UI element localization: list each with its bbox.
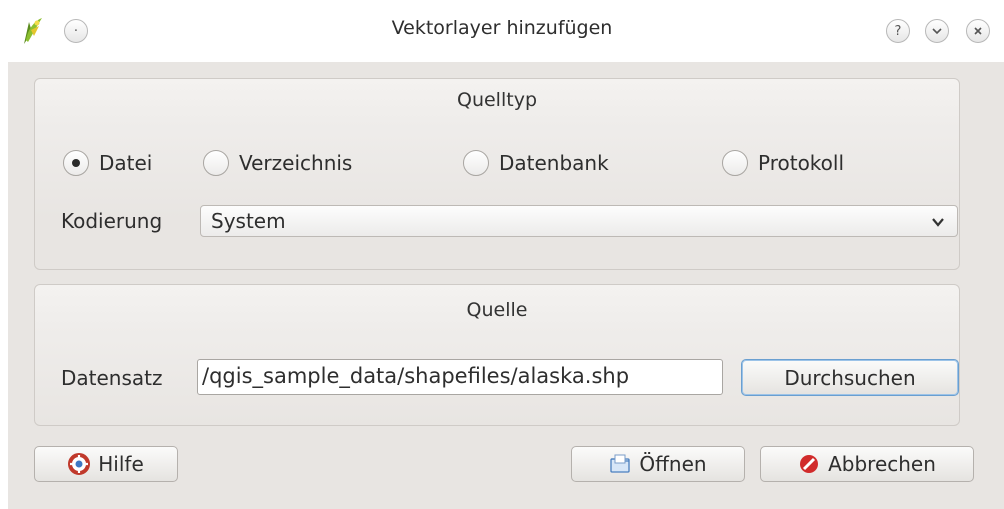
source-type-title: Quelltyp bbox=[457, 89, 537, 111]
radio-circle[interactable] bbox=[203, 150, 229, 176]
dataset-label: Datensatz bbox=[61, 366, 163, 390]
source-title: Quelle bbox=[466, 299, 528, 321]
close-icon[interactable] bbox=[966, 19, 990, 43]
browse-button[interactable]: Durchsuchen bbox=[741, 359, 959, 396]
radio-selected-dot bbox=[72, 159, 80, 167]
encoding-label: Kodierung bbox=[61, 209, 163, 233]
cancel-button-label: Abbrechen bbox=[828, 452, 936, 476]
chevron-down-icon bbox=[932, 218, 944, 227]
radio-circle[interactable] bbox=[722, 150, 748, 176]
encoding-select[interactable]: System bbox=[200, 205, 958, 237]
source-group: Quelle bbox=[34, 284, 960, 426]
radio-datenbank-label: Datenbank bbox=[499, 151, 609, 175]
window-title: Vektorlayer hinzufügen bbox=[391, 17, 613, 39]
browse-button-label: Durchsuchen bbox=[784, 365, 916, 390]
cancel-icon bbox=[800, 455, 819, 473]
help-button-label: Hilfe bbox=[98, 452, 144, 476]
dataset-path-value: /qgis_sample_data/shapefiles/alaska.shp bbox=[202, 364, 630, 388]
radio-verzeichnis-label: Verzeichnis bbox=[239, 151, 353, 175]
dataset-path-input[interactable]: /qgis_sample_data/shapefiles/alaska.shp bbox=[197, 359, 723, 395]
open-button-label: Öffnen bbox=[639, 452, 707, 476]
radio-protokoll-label: Protokoll bbox=[758, 151, 845, 175]
open-button[interactable]: Öffnen bbox=[571, 446, 745, 482]
help-icon[interactable]: ? bbox=[886, 19, 910, 43]
minimize-icon[interactable] bbox=[925, 19, 949, 43]
open-folder-icon bbox=[610, 454, 631, 473]
encoding-value: System bbox=[211, 209, 286, 233]
cancel-button[interactable]: Abbrechen bbox=[760, 446, 974, 482]
help-button[interactable]: Hilfe bbox=[34, 446, 178, 482]
radio-datenbank[interactable]: Datenbank bbox=[463, 150, 609, 176]
title-bar[interactable]: · Vektorlayer hinzufügen ? bbox=[0, 0, 1004, 62]
radio-protokoll[interactable]: Protokoll bbox=[722, 150, 844, 176]
radio-datei[interactable]: Datei bbox=[63, 150, 152, 176]
radio-circle[interactable] bbox=[463, 150, 489, 176]
lifebuoy-icon bbox=[68, 453, 91, 475]
radio-datei-label: Datei bbox=[99, 151, 153, 175]
radio-verzeichnis[interactable]: Verzeichnis bbox=[203, 150, 352, 176]
dialog-window: · Vektorlayer hinzufügen ? Quelltyp Date… bbox=[0, 0, 1004, 509]
radio-circle[interactable] bbox=[63, 150, 89, 176]
